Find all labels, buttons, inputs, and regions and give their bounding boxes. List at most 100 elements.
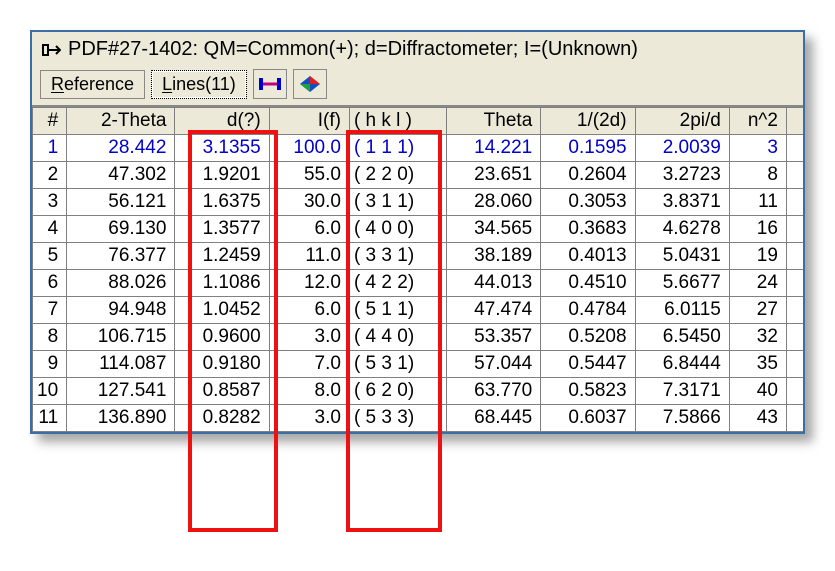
reference-mnemonic: R [51, 74, 64, 94]
cell-spacer [786, 270, 803, 297]
cell-twotheta: 76.377 [67, 243, 175, 270]
cell-theta: 68.445 [446, 405, 540, 432]
cell-n2: 32 [729, 324, 786, 351]
cell-twotheta: 28.442 [67, 135, 175, 162]
cell-d: 1.1086 [175, 270, 269, 297]
cell-twopid: 4.6278 [635, 216, 729, 243]
cell-d: 0.9180 [175, 351, 269, 378]
app-window: PDF#27-1402: QM=Common(+); d=Diffractome… [30, 30, 805, 434]
cell-if: 3.0 [269, 324, 349, 351]
cell-idx: 2 [33, 162, 67, 189]
table-row[interactable]: 9114.0870.91807.0( 5 3 1)57.0440.54476.8… [33, 351, 804, 378]
col-2theta[interactable]: 2-Theta [67, 108, 175, 135]
table-row[interactable]: 10127.5410.85878.0( 6 2 0)63.7700.58237.… [33, 378, 804, 405]
table-row[interactable]: 11136.8900.82823.0( 5 3 3)68.4450.60377.… [33, 405, 804, 432]
cell-d: 1.0452 [175, 297, 269, 324]
header-row: # 2-Theta d(?) I(f) ( h k l ) Theta 1/(2… [33, 108, 804, 135]
cell-n2: 27 [729, 297, 786, 324]
table-row[interactable]: 469.1301.35776.0( 4 0 0)34.5650.36834.62… [33, 216, 804, 243]
cell-theta: 23.651 [446, 162, 540, 189]
table-row[interactable]: 688.0261.108612.0( 4 2 2)44.0130.45105.6… [33, 270, 804, 297]
cell-twotheta: 69.130 [67, 216, 175, 243]
cell-d: 1.2459 [175, 243, 269, 270]
col-theta[interactable]: Theta [446, 108, 540, 135]
cell-theta: 34.565 [446, 216, 540, 243]
cell-if: 100.0 [269, 135, 349, 162]
col-d[interactable]: d(?) [175, 108, 269, 135]
data-grid[interactable]: # 2-Theta d(?) I(f) ( h k l ) Theta 1/(2… [32, 107, 803, 432]
cell-twopid: 7.3171 [635, 378, 729, 405]
cell-d: 3.1355 [175, 135, 269, 162]
cell-hkl: ( 5 3 3) [349, 405, 446, 432]
lines-mnemonic: L [162, 74, 172, 94]
cell-d: 1.9201 [175, 162, 269, 189]
col-2pid[interactable]: 2pi/d [635, 108, 729, 135]
crystal-icon-button[interactable] [293, 69, 327, 99]
cell-idx: 8 [33, 324, 67, 351]
cell-n2: 11 [729, 189, 786, 216]
cell-hkl: ( 4 4 0) [349, 324, 446, 351]
table-row[interactable]: 794.9481.04526.0( 5 1 1)47.4740.47846.01… [33, 297, 804, 324]
cell-n2: 24 [729, 270, 786, 297]
cell-hkl: ( 5 3 1) [349, 351, 446, 378]
cell-idx: 10 [33, 378, 67, 405]
cell-spacer [786, 189, 803, 216]
cell-inv2d: 0.2604 [541, 162, 635, 189]
table-row[interactable]: 8106.7150.96003.0( 4 4 0)53.3570.52086.5… [33, 324, 804, 351]
cell-inv2d: 0.4510 [541, 270, 635, 297]
cell-d: 1.6375 [175, 189, 269, 216]
cell-n2: 3 [729, 135, 786, 162]
cell-n2: 43 [729, 405, 786, 432]
cell-twotheta: 47.302 [67, 162, 175, 189]
cell-theta: 57.044 [446, 351, 540, 378]
cell-hkl: ( 3 1 1) [349, 189, 446, 216]
cell-idx: 11 [33, 405, 67, 432]
table-row[interactable]: 576.3771.245911.0( 3 3 1)38.1890.40135.0… [33, 243, 804, 270]
cell-hkl: ( 1 1 1) [349, 135, 446, 162]
cell-twopid: 6.0115 [635, 297, 729, 324]
cell-if: 55.0 [269, 162, 349, 189]
cell-n2: 16 [729, 216, 786, 243]
cell-twotheta: 56.121 [67, 189, 175, 216]
table-row[interactable]: 247.3021.920155.0( 2 2 0)23.6510.26043.2… [33, 162, 804, 189]
cell-twopid: 7.5866 [635, 405, 729, 432]
col-hkl[interactable]: ( h k l ) [349, 108, 446, 135]
cell-if: 11.0 [269, 243, 349, 270]
cell-twotheta: 88.026 [67, 270, 175, 297]
cell-twotheta: 94.948 [67, 297, 175, 324]
columns-icon [259, 76, 281, 92]
reference-button[interactable]: Reference [40, 70, 145, 99]
cell-inv2d: 0.4784 [541, 297, 635, 324]
col-inv2d[interactable]: 1/(2d) [541, 108, 635, 135]
cell-spacer [786, 297, 803, 324]
col-idx[interactable]: # [33, 108, 67, 135]
cell-if: 30.0 [269, 189, 349, 216]
cell-inv2d: 0.1595 [541, 135, 635, 162]
cell-theta: 38.189 [446, 243, 540, 270]
cell-hkl: ( 2 2 0) [349, 162, 446, 189]
cell-idx: 4 [33, 216, 67, 243]
cell-if: 8.0 [269, 378, 349, 405]
cell-d: 0.8587 [175, 378, 269, 405]
cell-d: 1.3577 [175, 216, 269, 243]
col-if[interactable]: I(f) [269, 108, 349, 135]
cell-twopid: 5.6677 [635, 270, 729, 297]
columns-icon-button[interactable] [253, 69, 287, 99]
table-row[interactable]: 356.1211.637530.0( 3 1 1)28.0600.30533.8… [33, 189, 804, 216]
lines-button[interactable]: Lines(11) [151, 70, 247, 99]
col-n2[interactable]: n^2 [729, 108, 786, 135]
cell-spacer [786, 405, 803, 432]
titlebar: PDF#27-1402: QM=Common(+); d=Diffractome… [32, 32, 803, 63]
reference-label-rest: eference [64, 74, 134, 94]
table-row[interactable]: 128.4423.1355100.0( 1 1 1)14.2210.15952.… [33, 135, 804, 162]
cell-n2: 35 [729, 351, 786, 378]
cell-n2: 19 [729, 243, 786, 270]
cell-inv2d: 0.4013 [541, 243, 635, 270]
cell-twopid: 5.0431 [635, 243, 729, 270]
cell-hkl: ( 4 2 2) [349, 270, 446, 297]
cell-spacer [786, 324, 803, 351]
cell-theta: 44.013 [446, 270, 540, 297]
cell-if: 7.0 [269, 351, 349, 378]
cell-hkl: ( 3 3 1) [349, 243, 446, 270]
cell-spacer [786, 216, 803, 243]
